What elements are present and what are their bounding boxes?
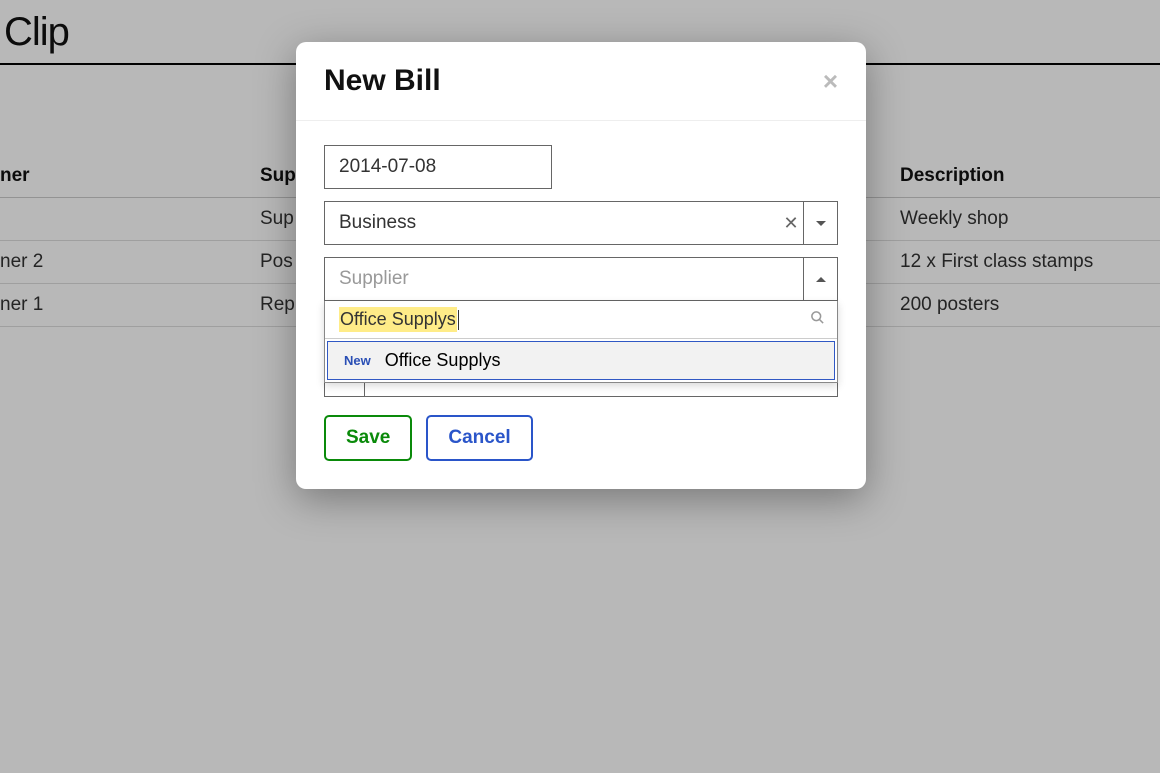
supplier-search-input[interactable]: Office Supplys (333, 305, 810, 334)
date-input[interactable]: 2014-07-08 (324, 145, 552, 189)
modal-body: 2014-07-08 Business ✕ Supplier Office Su… (296, 121, 866, 489)
supplier-placeholder: Supplier (325, 258, 803, 300)
category-select[interactable]: Business ✕ (324, 201, 838, 245)
category-value: Business (325, 202, 779, 244)
supplier-select[interactable]: Supplier (324, 257, 838, 301)
date-value: 2014-07-08 (339, 156, 436, 178)
save-button[interactable]: Save (324, 415, 412, 461)
new-badge: New (344, 353, 371, 368)
close-icon[interactable]: × (823, 68, 838, 94)
new-bill-modal: New Bill × 2014-07-08 Business ✕ Supplie… (296, 42, 866, 489)
supplier-search-row: Office Supplys (325, 301, 837, 339)
search-icon (810, 310, 829, 330)
supplier-option-new[interactable]: New Office Supplys (327, 341, 835, 380)
modal-header: New Bill × (296, 42, 866, 121)
modal-footer: Save Cancel (324, 415, 838, 461)
clear-icon[interactable]: ✕ (779, 202, 803, 244)
text-cursor (458, 310, 459, 330)
supplier-select-wrapper: Supplier Office Supplys (324, 257, 838, 301)
cancel-button[interactable]: Cancel (426, 415, 532, 461)
supplier-dropdown: Office Supplys New Office Supplys (324, 301, 838, 383)
modal-title: New Bill (324, 64, 441, 98)
chevron-down-icon[interactable] (803, 202, 837, 244)
supplier-search-value: Office Supplys (339, 307, 457, 332)
supplier-option-label: Office Supplys (385, 350, 501, 371)
chevron-up-icon[interactable] (803, 258, 837, 300)
